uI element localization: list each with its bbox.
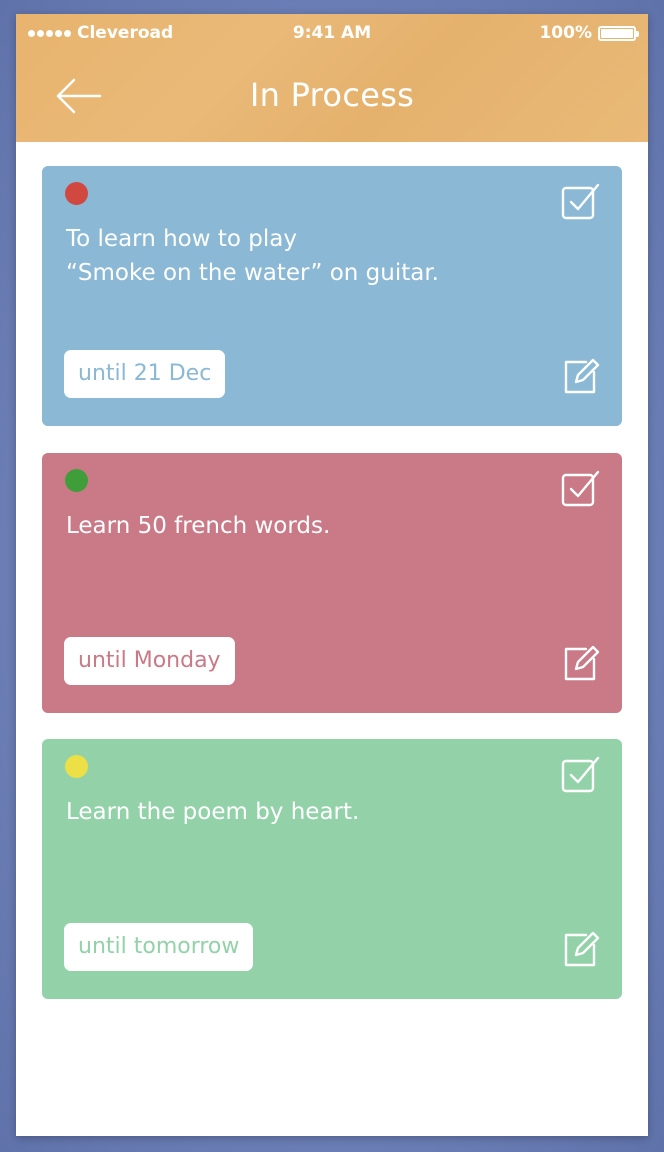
deadline-badge: until Monday: [64, 637, 235, 685]
page-title: In Process: [249, 76, 415, 114]
checkbox-checked-icon[interactable]: [560, 468, 602, 510]
priority-indicator: [65, 755, 88, 778]
task-card[interactable]: To learn how to play “Smoke on the water…: [42, 166, 622, 426]
phone-screen: Cleveroad 9:41 AM 100% In Process To lea…: [16, 14, 648, 1136]
task-text-line: Learn the poem by heart.: [66, 799, 360, 825]
status-right: 100%: [539, 23, 639, 43]
task-text: Learn the poem by heart.: [66, 795, 526, 829]
task-card[interactable]: Learn the poem by heart. until tomorrow: [42, 739, 622, 999]
deadline-badge: until tomorrow: [64, 923, 254, 971]
priority-indicator: [65, 182, 88, 205]
task-card[interactable]: Learn 50 french words. until Monday: [42, 453, 622, 713]
task-text: To learn how to play “Smoke on the water…: [66, 222, 526, 290]
deadline-badge: until 21 Dec: [64, 350, 226, 398]
header: Cleveroad 9:41 AM 100% In Process: [16, 14, 648, 142]
status-bar: Cleveroad 9:41 AM 100%: [16, 14, 648, 54]
task-text-line: “Smoke on the water” on guitar.: [66, 260, 439, 286]
battery-icon: [598, 25, 639, 41]
task-text-line: Learn 50 french words.: [66, 513, 331, 539]
task-text: Learn 50 french words.: [66, 509, 526, 543]
battery-percent: 100%: [539, 23, 592, 43]
edit-icon[interactable]: [560, 641, 602, 683]
priority-indicator: [65, 469, 88, 492]
edit-icon[interactable]: [560, 927, 602, 969]
checkbox-checked-icon[interactable]: [560, 754, 602, 796]
nav-bar: In Process: [16, 64, 648, 128]
edit-icon[interactable]: [560, 354, 602, 396]
task-text-line: To learn how to play: [66, 226, 297, 252]
checkbox-checked-icon[interactable]: [560, 181, 602, 223]
